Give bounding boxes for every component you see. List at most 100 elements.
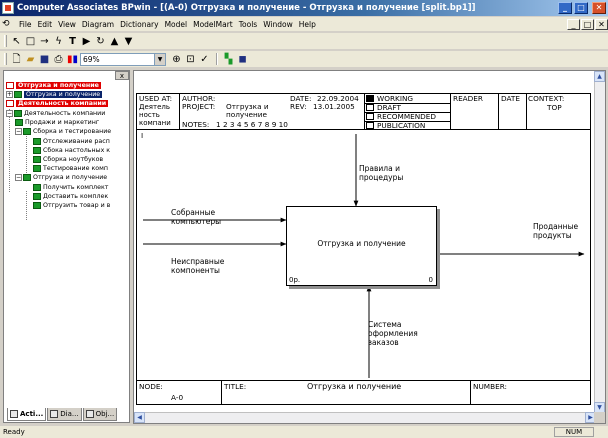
menu-tools[interactable]: Tools xyxy=(236,20,260,29)
close-button[interactable]: ✕ xyxy=(592,2,606,14)
menu-modelmart[interactable]: ModelMart xyxy=(190,20,236,29)
tab-activities[interactable]: Acti... xyxy=(7,408,47,421)
activity-icon xyxy=(33,184,41,191)
zoom-fit-icon[interactable]: ⊡ xyxy=(184,53,197,66)
activity-box[interactable]: Отгрузка и получение 0р. 0 xyxy=(286,206,437,286)
tree-item[interactable]: Отслеживание расп xyxy=(33,137,110,146)
scrollbar-corner xyxy=(594,412,605,423)
collapse-icon[interactable]: − xyxy=(15,128,22,135)
color-palette-icon[interactable]: ▮▮ xyxy=(66,53,79,66)
menu-view[interactable]: View xyxy=(55,20,79,29)
open-folder-icon[interactable]: ▰ xyxy=(24,53,37,66)
tree-item[interactable]: − Деятельность компании xyxy=(6,109,105,118)
tree-item-selected[interactable]: + Отгрузка и получение xyxy=(6,90,103,99)
activity-icon xyxy=(33,193,41,200)
menu-bar: ⟲ File Edit View Diagram Dictionary Mode… xyxy=(0,17,608,31)
title-bar: Computer Associates BPwin - [(A-0) Отгру… xyxy=(0,0,608,16)
squiggle-tool-icon[interactable]: ϟ xyxy=(52,35,65,48)
menu-file[interactable]: File xyxy=(16,20,35,29)
activity-icon xyxy=(33,202,41,209)
pointer-tool-icon[interactable]: ↖ xyxy=(10,35,23,48)
collapse-icon[interactable]: − xyxy=(6,110,13,117)
tab-objects[interactable]: Obj... xyxy=(82,408,118,421)
diagram-footer: NODE: A-0 TITLE: Отгрузка и получение NU… xyxy=(137,380,590,405)
zoom-in-icon[interactable]: ⊕ xyxy=(170,53,183,66)
document-restore-button[interactable]: □ xyxy=(581,18,594,30)
activity-icon xyxy=(14,91,22,98)
goto-parent-icon[interactable]: ↻ xyxy=(94,35,107,48)
tree-item[interactable]: Доставить комплек xyxy=(33,192,108,201)
standard-toolbar: 🗋 ▰ ■ ⎙ ▮▮ 69% ▼ ⊕ ⊡ ✓ ▚ ◼ xyxy=(0,51,608,67)
document-minimize-button[interactable]: _ xyxy=(567,18,580,30)
title-label: TITLE: xyxy=(224,382,247,391)
chevron-down-icon[interactable]: ▼ xyxy=(154,53,165,65)
control-label[interactable]: Правила и процедуры xyxy=(359,164,415,182)
output-label[interactable]: Проданные продукты xyxy=(533,222,591,240)
modelmart-icon[interactable]: ◼ xyxy=(236,53,249,66)
tree-item[interactable]: Получить комплект xyxy=(33,183,108,192)
tree-item[interactable]: Тестирование комп xyxy=(33,164,108,173)
goto-sibling-icon[interactable]: ▶ xyxy=(80,35,93,48)
new-file-icon[interactable]: 🗋 xyxy=(10,53,23,66)
menu-dictionary[interactable]: Dictionary xyxy=(117,20,161,29)
diagram-canvas[interactable]: USED AT: Деятель ность компани AUTHOR: P… xyxy=(133,70,606,424)
activity-cost: 0р. xyxy=(289,276,301,284)
activity-box-label: Отгрузка и получение xyxy=(317,239,406,248)
tree-item[interactable]: − Отгрузка и получение xyxy=(15,173,107,182)
tree-item[interactable]: Отгрузка и получение xyxy=(6,81,101,90)
activity-box-tool-icon[interactable]: □ xyxy=(24,35,37,48)
tree-item[interactable]: Сбока настольных к xyxy=(33,146,110,155)
text-tool-icon[interactable]: T xyxy=(66,35,79,48)
menu-window[interactable]: Window xyxy=(260,20,296,29)
scroll-left-icon[interactable]: ◀ xyxy=(134,412,145,423)
model-explorer-icon[interactable]: ▚ xyxy=(222,53,235,66)
zoom-value: 69% xyxy=(83,54,100,64)
model-icon xyxy=(6,82,14,89)
collapse-icon[interactable]: − xyxy=(15,174,22,181)
menu-diagram[interactable]: Diagram xyxy=(79,20,117,29)
bpwin-app-icon xyxy=(2,2,14,14)
tree-item[interactable]: Продажи и маркетинг xyxy=(15,118,99,127)
panel-close-icon[interactable]: x xyxy=(115,71,129,80)
tree-item[interactable]: − Сборка и тестирование xyxy=(15,127,111,136)
maximize-button[interactable]: □ xyxy=(574,2,588,14)
expand-icon[interactable]: + xyxy=(6,91,13,98)
activity-number: 0 xyxy=(428,276,433,284)
model-icon xyxy=(6,100,14,107)
scroll-up-icon[interactable]: ▲ xyxy=(594,71,605,82)
zoom-select[interactable]: 69% ▼ xyxy=(80,52,166,66)
spell-check-icon[interactable]: ✓ xyxy=(198,53,211,66)
tree-item[interactable]: Отгрузить товар и в xyxy=(33,201,110,210)
status-text: Ready xyxy=(3,428,25,436)
activities-tab-icon xyxy=(10,410,18,418)
arrow-tool-icon[interactable]: → xyxy=(38,35,51,48)
toolbar-separator xyxy=(216,53,218,65)
tree-item[interactable]: Сборка ноутбуков xyxy=(33,155,103,164)
input-label-2[interactable]: Неисправные компоненты xyxy=(171,257,251,275)
activity-icon xyxy=(23,128,31,135)
menu-model[interactable]: Model xyxy=(162,20,191,29)
menu-help[interactable]: Help xyxy=(296,20,319,29)
tab-diagrams[interactable]: Dia... xyxy=(47,408,82,421)
activity-icon xyxy=(33,147,41,154)
tree-connector xyxy=(9,109,10,192)
input-label-1[interactable]: Собранные компьютеры xyxy=(171,208,251,226)
document-system-icon[interactable]: ⟲ xyxy=(2,19,14,29)
diagrams-tab-icon xyxy=(50,410,59,418)
objects-tab-icon xyxy=(85,410,94,418)
print-icon[interactable]: ⎙ xyxy=(52,53,65,66)
decompose-up-icon[interactable]: ▲ xyxy=(108,35,121,48)
model-explorer-panel: x Отгрузка и получение + Отгрузка и полу… xyxy=(3,70,130,423)
tree-item[interactable]: Деятельность компании xyxy=(6,99,109,108)
tree-connector xyxy=(26,191,27,220)
save-icon[interactable]: ■ xyxy=(38,53,51,66)
horizontal-scrollbar[interactable]: ◀ ▶ xyxy=(134,412,596,423)
mechanism-label[interactable]: Система оформления заказов xyxy=(368,320,428,347)
menu-edit[interactable]: Edit xyxy=(35,20,56,29)
decompose-down-icon[interactable]: ▼ xyxy=(122,35,135,48)
document-close-button[interactable]: ✕ xyxy=(595,18,608,30)
drawing-toolbar: ↖ □ → ϟ T ▶ ↻ ▲ ▼ xyxy=(0,33,608,49)
vertical-scrollbar[interactable]: ▲ ▼ xyxy=(594,71,605,413)
toolbar-grip xyxy=(4,53,7,65)
minimize-button[interactable]: _ xyxy=(558,2,572,14)
